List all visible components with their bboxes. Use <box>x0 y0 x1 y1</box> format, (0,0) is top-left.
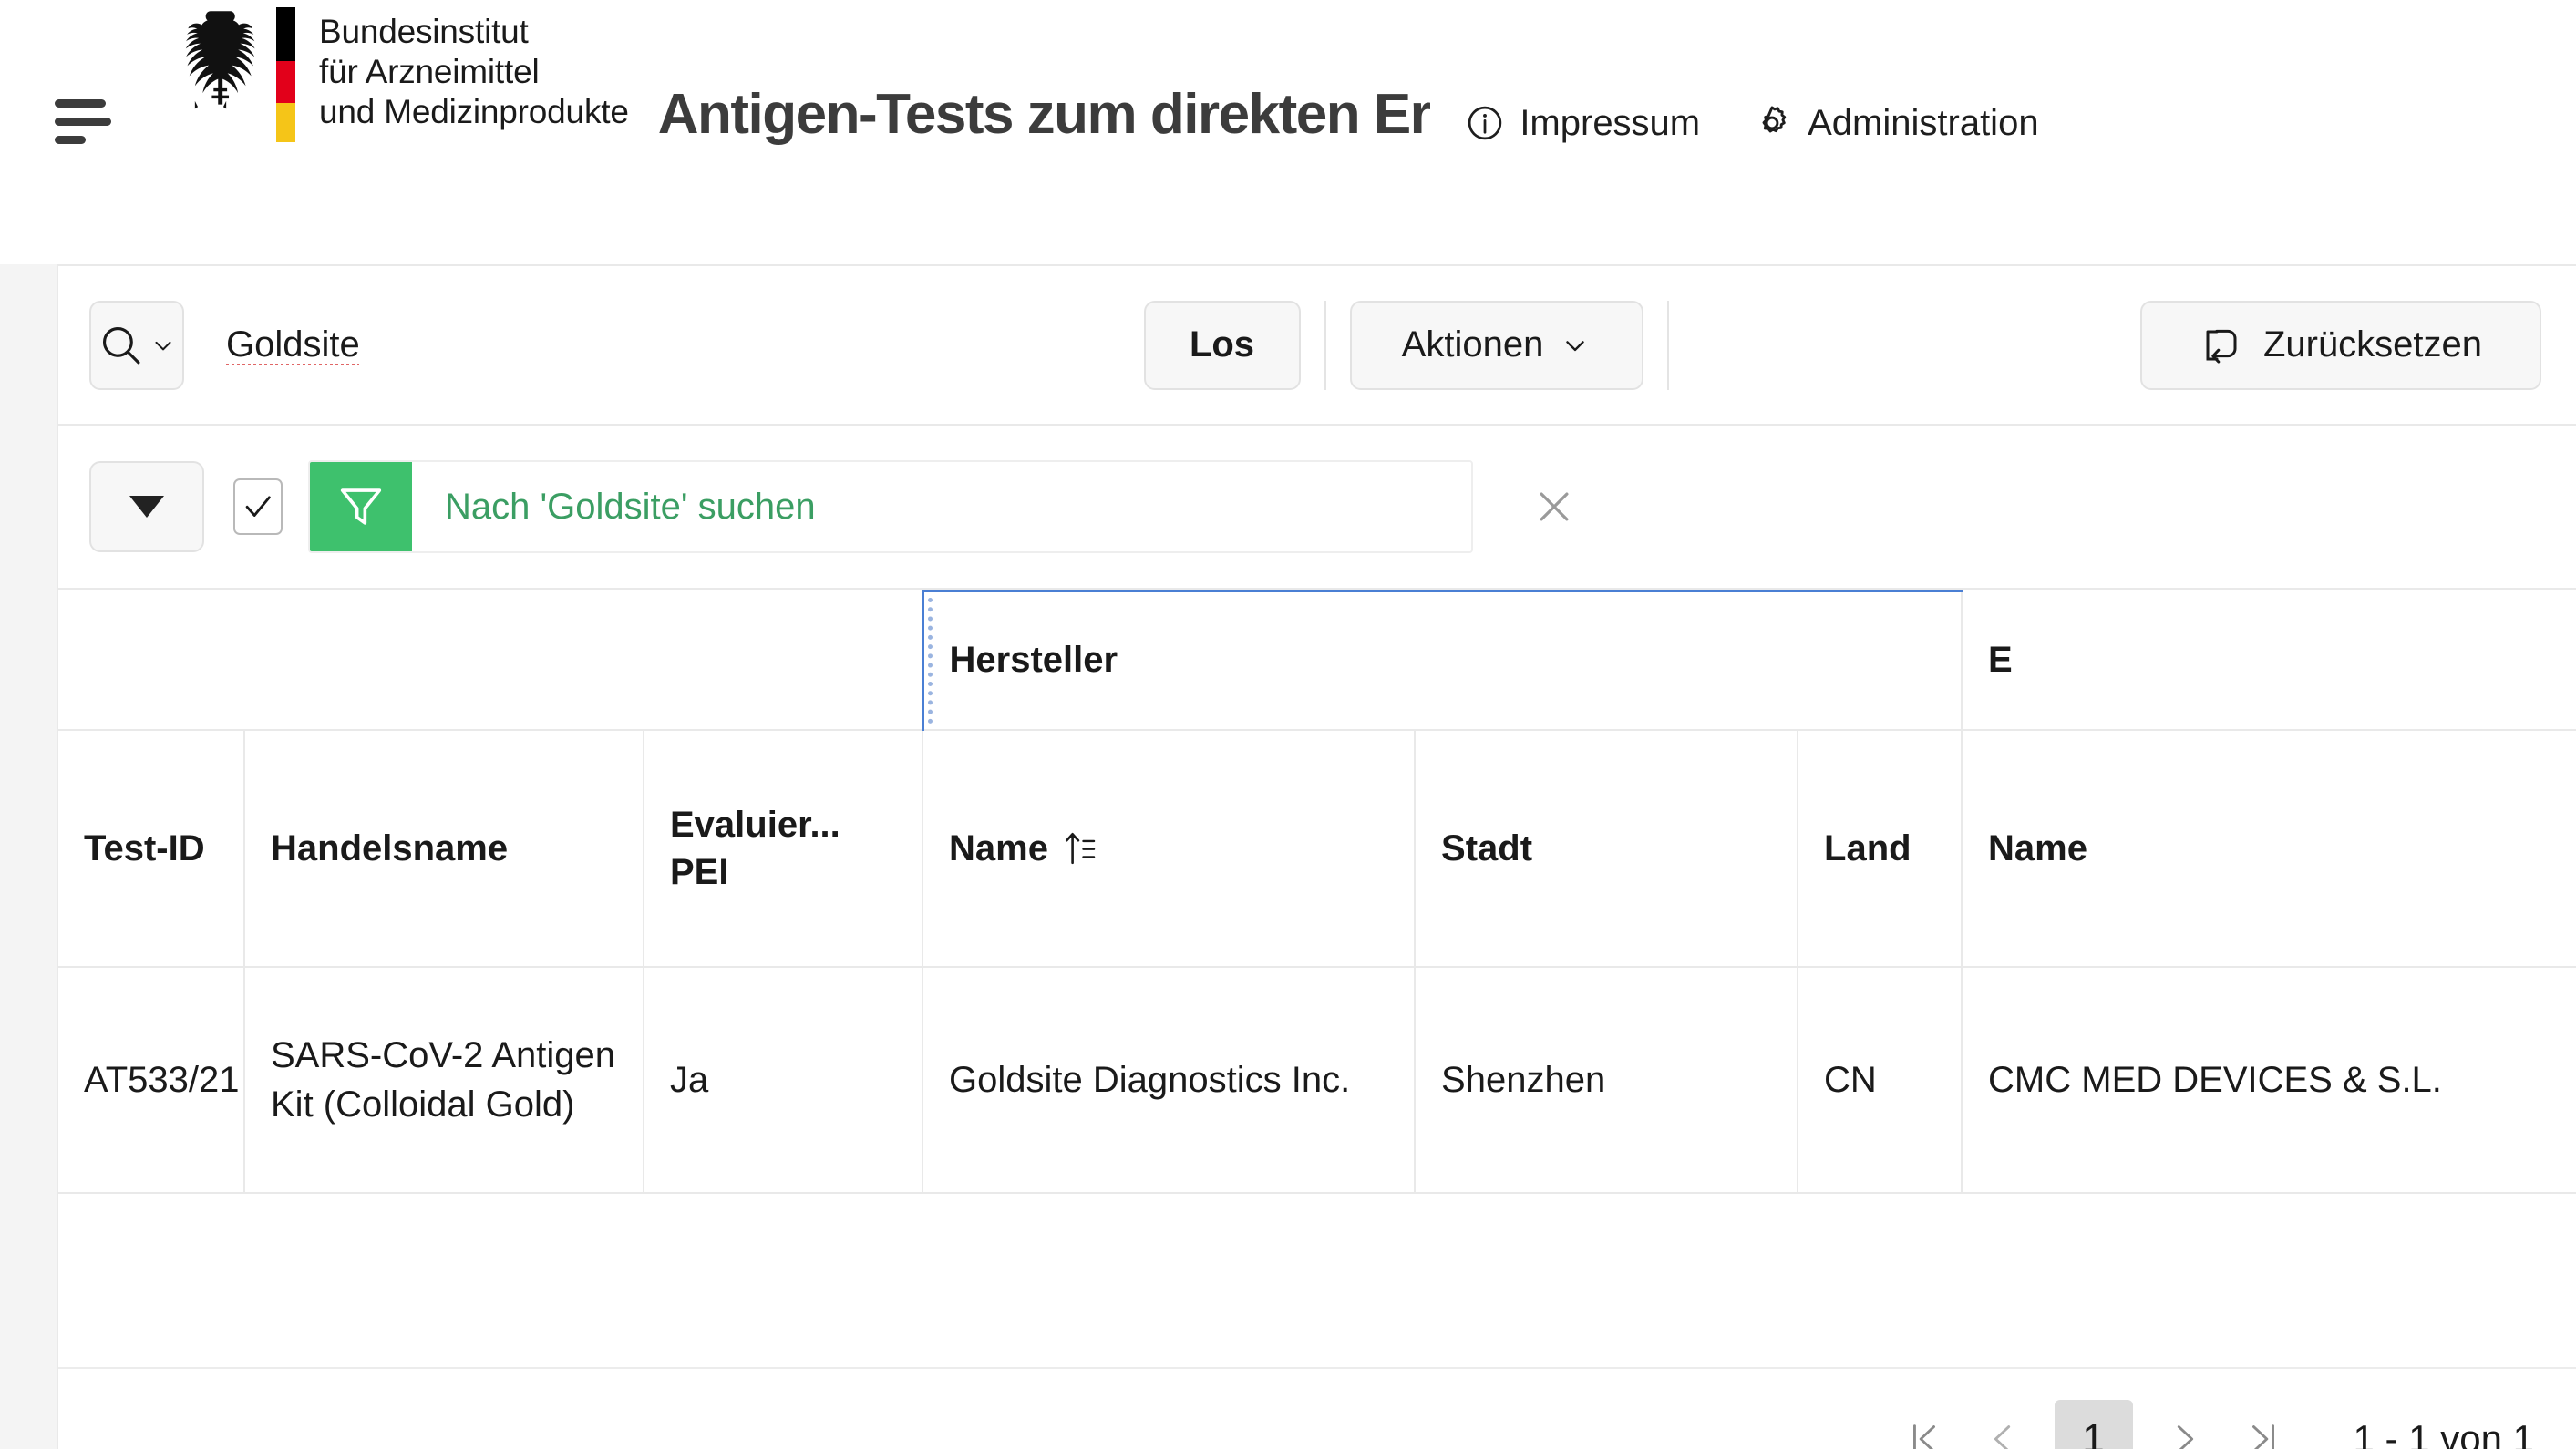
funnel-icon-box <box>310 462 412 551</box>
gear-icon <box>1762 106 1787 133</box>
column-header-label: Name <box>949 827 1048 868</box>
page-next-button[interactable] <box>2146 1400 2224 1449</box>
go-button[interactable]: Los <box>1143 300 1301 390</box>
actions-label: Aktionen <box>1401 324 1544 365</box>
page-first-button[interactable] <box>1885 1400 1963 1449</box>
column-header-test-id[interactable]: Test-ID <box>58 729 245 968</box>
filter-row: Nach 'Goldsite' suchen <box>58 426 2576 590</box>
bfarm-logo: Bundesinstitut für Arzneimittel und Medi… <box>161 7 629 142</box>
report-panel: Los Aktionen Zurücksetzen <box>57 264 2576 1449</box>
cell-hersteller-stadt: Shenzhen <box>1415 966 1799 1194</box>
institute-line-1: Bundesinstitut <box>319 13 529 50</box>
triangle-down-icon <box>129 496 164 518</box>
administration-label: Administration <box>1808 102 2039 143</box>
table-filler-row <box>58 1192 2576 1369</box>
cell-eu-name: CMC MED DEVICES & S.L. <box>1962 966 2576 1194</box>
reset-label: Zurücksetzen <box>2262 324 2483 365</box>
administration-link[interactable]: Administration <box>1751 102 2039 144</box>
hamburger-menu-icon[interactable] <box>55 96 111 147</box>
page-title: Antigen-Tests zum direkten Er <box>657 83 1431 146</box>
column-header-handelsname[interactable]: Handelsname <box>244 729 644 968</box>
checkmark-icon <box>245 496 271 517</box>
pagination-range-text: 1 - 1 von 1 <box>2353 1416 2534 1449</box>
group-header-eu[interactable]: E <box>1962 591 2576 731</box>
search-toolbar: Los Aktionen Zurücksetzen <box>58 266 2576 426</box>
column-header-stadt[interactable]: Stadt <box>1415 729 1799 968</box>
cell-hersteller-land: CN <box>1798 966 1963 1194</box>
page-last-button[interactable] <box>2224 1400 2303 1449</box>
search-input[interactable] <box>226 324 1144 365</box>
funnel-icon <box>340 488 382 525</box>
toolbar-divider <box>1324 300 1326 390</box>
column-header-eu-name[interactable]: Name <box>1962 729 2576 968</box>
reset-arrow-icon <box>2206 329 2237 363</box>
chevron-down-icon <box>155 341 171 350</box>
table-row[interactable]: AT533/21 SARS-CoV-2 Antigen Kit (Colloid… <box>58 966 2576 1194</box>
page-last-icon <box>2251 1423 2274 1449</box>
filter-dropdown-button[interactable] <box>89 461 204 552</box>
cell-evaluierung-pei: Ja <box>644 966 924 1194</box>
table-filler-cell <box>58 1192 2576 1369</box>
info-circle-icon <box>1468 106 1502 140</box>
page-next-icon <box>2177 1424 2193 1449</box>
filter-enabled-checkbox[interactable] <box>233 478 283 535</box>
actions-button[interactable]: Aktionen <box>1349 300 1643 390</box>
page-prev-button[interactable] <box>1963 1400 2042 1449</box>
close-x-icon <box>1540 492 1569 521</box>
german-federal-eagle-icon <box>185 11 255 109</box>
search-field-wrapper <box>184 301 1144 390</box>
pagination-bar: 1 1 - 1 von 1 <box>58 1368 2576 1449</box>
sort-ascending-icon <box>1065 832 1096 864</box>
hamburger-line <box>55 98 106 108</box>
page-prev-icon <box>1994 1424 2010 1449</box>
page-number-current[interactable]: 1 <box>2054 1399 2133 1449</box>
institute-line-3: und Medizinprodukte <box>319 93 629 130</box>
toolbar-divider <box>1666 300 1669 390</box>
institute-line-2: für Arzneimittel <box>319 53 540 90</box>
header-links: Impressum Administration <box>1465 102 2039 144</box>
cell-test-id: AT533/21 <box>58 966 245 1194</box>
group-header-row: Hersteller E <box>58 590 2576 731</box>
column-header-line1: Evaluier... <box>670 804 840 845</box>
reset-button[interactable]: Zurücksetzen <box>2140 300 2541 390</box>
hamburger-line <box>55 117 111 126</box>
app-header: Bundesinstitut für Arzneimittel und Medi… <box>0 0 2576 264</box>
search-icon <box>102 326 140 364</box>
cell-hersteller-name: Goldsite Diagnostics Inc. <box>922 966 1417 1194</box>
german-flag-bar <box>276 7 295 142</box>
table-scroll-region: Hersteller E Test-ID Handelsname Evaluie… <box>58 590 2576 1369</box>
column-header-row: Test-ID Handelsname Evaluier... PEI Name <box>58 729 2576 968</box>
hamburger-line <box>55 135 86 144</box>
column-header-land[interactable]: Land <box>1798 729 1963 968</box>
active-filter-chip[interactable]: Nach 'Goldsite' suchen <box>308 460 1473 553</box>
group-header-blank <box>58 591 924 731</box>
group-header-hersteller[interactable]: Hersteller <box>921 590 1963 731</box>
results-table: Hersteller E Test-ID Handelsname Evaluie… <box>58 590 2576 1369</box>
column-header-line2: PEI <box>670 851 729 892</box>
column-header-evaluierung-pei[interactable]: Evaluier... PEI <box>644 729 924 968</box>
page-first-icon <box>1912 1423 1935 1449</box>
impressum-label: Impressum <box>1520 102 1701 143</box>
chevron-down-icon <box>1566 340 1585 351</box>
search-column-dropdown[interactable] <box>89 300 184 390</box>
cell-handelsname: SARS-CoV-2 Antigen Kit (Colloidal Gold) <box>244 966 644 1194</box>
filter-chip-label: Nach 'Goldsite' suchen <box>412 462 1471 551</box>
institute-name: Bundesinstitut für Arzneimittel und Medi… <box>319 12 629 132</box>
column-header-hersteller-name[interactable]: Name <box>922 729 1417 968</box>
impressum-link[interactable]: Impressum <box>1465 103 1700 144</box>
remove-filter-button[interactable] <box>1513 460 1595 553</box>
content-area: Los Aktionen Zurücksetzen <box>0 264 2576 1449</box>
